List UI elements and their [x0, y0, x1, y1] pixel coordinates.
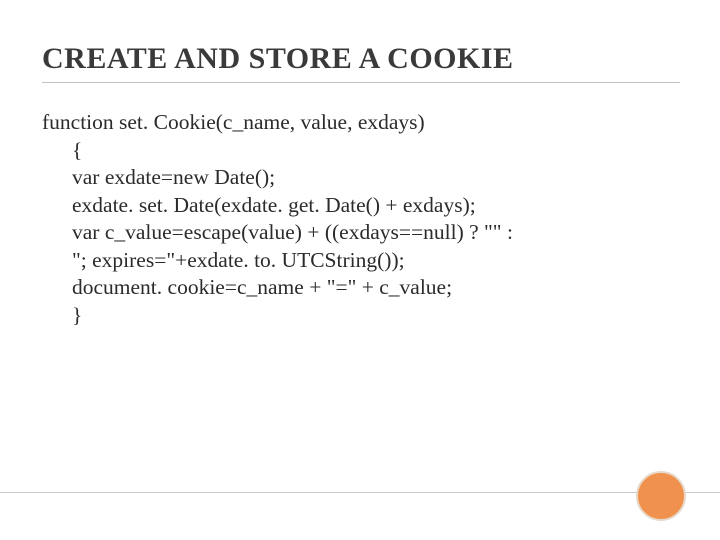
code-body: function set. Cookie(c_name, value, exda…: [42, 109, 680, 329]
code-line: var c_value=escape(value) + ((exdays==nu…: [72, 219, 680, 247]
accent-circle-icon: [636, 471, 686, 521]
code-line: document. cookie=c_name + "=" + c_value;: [72, 274, 680, 302]
bottom-rule: [0, 492, 720, 493]
slide: CREATE AND STORE A COOKIE function set. …: [0, 0, 720, 540]
code-line: "; expires="+exdate. to. UTCString());: [72, 247, 680, 275]
code-block: { var exdate=new Date(); exdate. set. Da…: [42, 137, 680, 330]
code-line: }: [72, 302, 680, 330]
code-line: {: [72, 137, 680, 165]
code-line: var exdate=new Date();: [72, 164, 680, 192]
code-signature: function set. Cookie(c_name, value, exda…: [42, 109, 680, 137]
slide-title: CREATE AND STORE A COOKIE: [42, 42, 680, 76]
title-underline: [42, 82, 680, 83]
code-line: exdate. set. Date(exdate. get. Date() + …: [72, 192, 680, 220]
